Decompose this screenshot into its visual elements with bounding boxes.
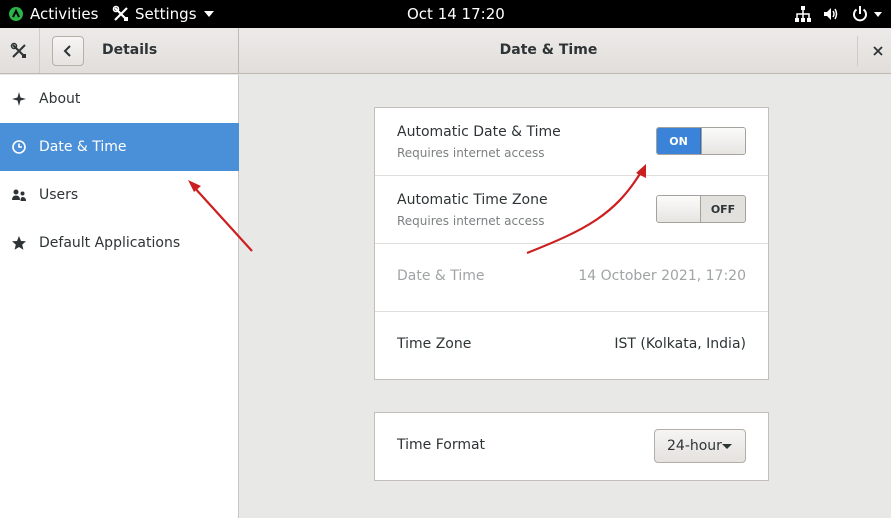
sidebar-item-about[interactable]: About — [0, 75, 239, 123]
date-time-value: 14 October 2021, 17:20 — [578, 268, 746, 284]
header-divider — [39, 28, 40, 73]
clock[interactable]: Oct 14 17:20 — [407, 0, 505, 28]
switch-on-label: ON — [657, 128, 701, 154]
star-sparkle-icon — [12, 92, 26, 106]
tools-icon — [112, 5, 128, 21]
power-icon[interactable] — [851, 5, 869, 23]
sidebar-header: Details — [0, 28, 239, 73]
time-zone-row[interactable]: Time Zone IST (Kolkata, India) — [375, 312, 768, 379]
date-time-label: Date & Time — [397, 268, 485, 284]
chevron-down-icon — [203, 11, 214, 17]
date-time-row: Date & Time 14 October 2021, 17:20 — [375, 244, 768, 312]
time-format-label: Time Format — [397, 437, 486, 453]
sidebar-item-label: Date & Time — [39, 139, 127, 155]
switch-off-label: OFF — [710, 202, 736, 216]
header-bar: Details Date & Time — [0, 28, 891, 74]
back-button[interactable] — [52, 36, 84, 66]
sidebar-title: Details — [102, 42, 158, 58]
sidebar-item-date-time[interactable]: Date & Time — [0, 123, 239, 171]
automatic-time-zone-subtitle: Requires internet access — [397, 214, 545, 228]
close-button[interactable] — [869, 42, 887, 60]
app-menu-label: Settings — [135, 5, 197, 23]
automatic-date-time-subtitle: Requires internet access — [397, 146, 545, 160]
activities-button[interactable]: Activities — [8, 0, 98, 28]
date-time-settings-list: Automatic Date & Time Requires internet … — [374, 107, 769, 380]
time-zone-label: Time Zone — [397, 336, 472, 352]
time-format-dropdown[interactable]: 24-hour — [654, 429, 746, 463]
switch-knob — [701, 128, 745, 154]
sidebar-item-label: Users — [39, 187, 79, 203]
tools-icon — [10, 42, 26, 58]
top-bar: Activities Settings Oct 14 17:20 — [0, 0, 891, 28]
users-icon — [12, 189, 26, 201]
time-format-row: Time Format 24-hour — [375, 413, 768, 480]
activities-label: Activities — [30, 5, 99, 23]
sidebar-item-label: Default Applications — [39, 235, 181, 251]
chevron-down-icon — [722, 444, 732, 449]
page-title: Date & Time — [499, 42, 598, 58]
automatic-date-time-row[interactable]: Automatic Date & Time Requires internet … — [375, 108, 768, 176]
star-icon — [12, 236, 26, 250]
sidebar: About Date & Time Users Default Applicat… — [0, 75, 239, 518]
automatic-date-time-switch[interactable]: ON — [656, 127, 746, 155]
time-format-selected: 24-hour — [667, 438, 722, 454]
chevron-down-icon[interactable] — [874, 12, 882, 17]
switch-knob — [657, 196, 702, 222]
app-menu-button[interactable]: Settings — [112, 0, 214, 28]
automatic-date-time-title: Automatic Date & Time — [397, 124, 561, 140]
close-icon — [873, 46, 883, 56]
automatic-time-zone-title: Automatic Time Zone — [397, 192, 548, 208]
sidebar-item-label: About — [39, 91, 81, 107]
sidebar-item-users[interactable]: Users — [0, 171, 239, 219]
time-format-list: Time Format 24-hour — [374, 412, 769, 481]
header-divider — [857, 36, 858, 66]
time-zone-value: IST (Kolkata, India) — [614, 336, 746, 352]
clock-icon — [12, 140, 26, 154]
volume-icon[interactable] — [822, 5, 840, 23]
sidebar-item-default-applications[interactable]: Default Applications — [0, 219, 239, 267]
automatic-time-zone-switch[interactable]: OFF — [656, 195, 746, 223]
chevron-left-icon — [63, 45, 71, 57]
network-wired-icon[interactable] — [794, 5, 812, 23]
automatic-time-zone-row[interactable]: Automatic Time Zone Requires internet ac… — [375, 176, 768, 244]
fedora-logo-icon — [9, 7, 23, 21]
